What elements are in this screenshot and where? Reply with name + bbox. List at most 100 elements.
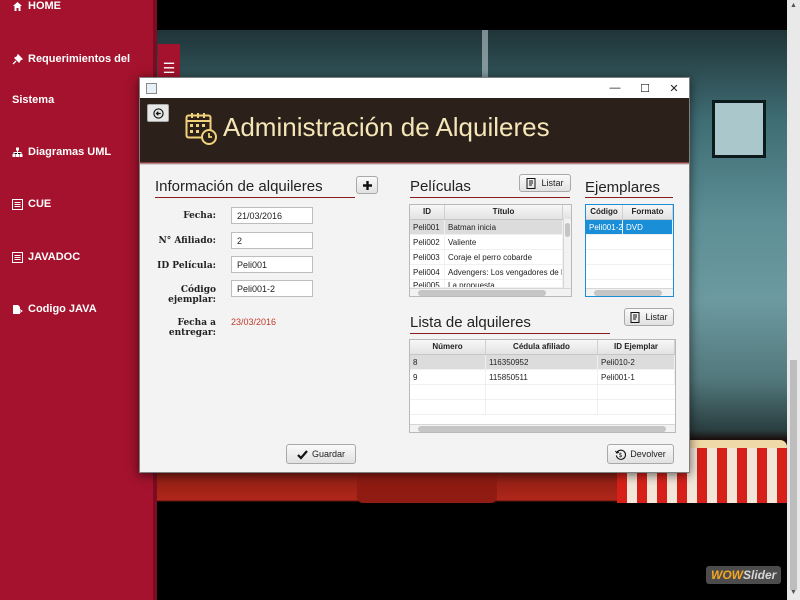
table-row[interactable]: Peli004 Advengers: Los vengadores de Ma.… bbox=[410, 265, 563, 280]
sidebar-item-cue[interactable]: CUE bbox=[12, 198, 51, 210]
column-header[interactable]: Número bbox=[410, 340, 486, 354]
scrollbar-thumb[interactable] bbox=[418, 426, 666, 432]
table-row bbox=[410, 400, 675, 415]
alquileres-list-label: Listar bbox=[645, 312, 668, 322]
table-cell: Advengers: Los vengadores de Ma... bbox=[445, 265, 563, 280]
file-code-icon bbox=[12, 304, 23, 315]
table-cell bbox=[410, 400, 486, 415]
afiliado-field[interactable] bbox=[231, 232, 313, 249]
column-header[interactable]: Título bbox=[445, 205, 563, 219]
table-cell: Batman inicia bbox=[445, 220, 563, 235]
table-row[interactable]: Peli001 Batman inicia bbox=[410, 220, 563, 235]
ejemplares-horizontal-scrollbar[interactable] bbox=[586, 288, 673, 296]
column-header[interactable]: Formato bbox=[623, 205, 673, 219]
alquileres-underline bbox=[410, 333, 610, 334]
table-cell: Peli010-2 bbox=[598, 355, 675, 370]
ejemplares-table[interactable]: Código Formato Peli001-2 DVD bbox=[585, 204, 674, 297]
scene-lamp-cord bbox=[482, 30, 488, 80]
back-button[interactable] bbox=[147, 104, 169, 122]
sidebar-item-diagramas-uml[interactable]: Diagramas UML bbox=[12, 146, 111, 158]
ejemplar-label: Código ejemplar: bbox=[168, 285, 216, 305]
guardar-button[interactable]: Guardar bbox=[286, 444, 356, 464]
money-return-icon: $ bbox=[615, 449, 627, 460]
table-cell: Peli003 bbox=[410, 250, 445, 265]
list-box-icon bbox=[12, 198, 23, 210]
table-row[interactable]: Peli003 Coraje el perro cobarde bbox=[410, 250, 563, 265]
window-title-bar[interactable]: — ☐ ✕ bbox=[140, 78, 689, 98]
table-row[interactable]: 9 115850511 Peli001-1 bbox=[410, 370, 675, 385]
fecha-label: Fecha: bbox=[183, 211, 216, 221]
sidebar-item-label-continued[interactable]: Sistema bbox=[12, 94, 54, 106]
scrollbar-thumb[interactable] bbox=[418, 290, 546, 296]
page-scrollbar[interactable]: ▲ ▼ bbox=[787, 0, 800, 600]
slider-brand-logo[interactable]: WOWSlider bbox=[706, 566, 782, 584]
peliculas-vertical-scrollbar[interactable] bbox=[563, 219, 571, 288]
close-button[interactable]: ✕ bbox=[659, 78, 689, 98]
add-button[interactable] bbox=[356, 176, 378, 194]
column-header[interactable]: ID Ejemplar bbox=[598, 340, 675, 354]
pushpin-icon bbox=[12, 53, 23, 65]
due-date-label: Fecha a entregar: bbox=[168, 318, 216, 338]
sidebar-item-home[interactable]: HOME bbox=[12, 0, 61, 12]
devolver-button[interactable]: $ Devolver bbox=[607, 444, 674, 464]
column-header[interactable]: Cédula afiliado bbox=[486, 340, 598, 354]
form-section-underline bbox=[155, 197, 355, 198]
table-cell bbox=[410, 385, 486, 400]
maximize-button[interactable]: ☐ bbox=[630, 78, 660, 98]
column-header[interactable]: Código bbox=[586, 205, 623, 219]
peliculas-table[interactable]: ID Título Peli001 Batman inicia Peli002 … bbox=[409, 204, 572, 297]
scene-window bbox=[712, 100, 766, 158]
sidebar-item-codigo-java[interactable]: Codigo JAVA bbox=[12, 303, 97, 315]
table-cell: Coraje el perro cobarde bbox=[445, 250, 563, 265]
peliculas-horizontal-scrollbar[interactable] bbox=[410, 288, 571, 296]
table-header: Número Cédula afiliado ID Ejemplar bbox=[410, 340, 675, 355]
table-row[interactable]: Peli005 La propuesta bbox=[410, 280, 563, 288]
page-title: Administración de Alquileres bbox=[223, 112, 550, 142]
minimize-button[interactable]: — bbox=[600, 78, 630, 98]
app-icon bbox=[146, 83, 157, 94]
table-row[interactable]: Peli001-2 DVD bbox=[586, 220, 673, 235]
table-header: ID Título bbox=[410, 205, 571, 220]
sidebar-item-label: HOME bbox=[28, 0, 61, 12]
sidebar-item-javadoc[interactable]: JAVADOC bbox=[12, 251, 80, 263]
window-header: Administración de Alquileres bbox=[140, 98, 689, 165]
alquileres-horizontal-scrollbar[interactable] bbox=[410, 424, 675, 432]
ejemplar-field[interactable] bbox=[231, 280, 313, 297]
peliculas-underline bbox=[410, 197, 570, 198]
table-cell: 116350952 bbox=[486, 355, 598, 370]
guardar-label: Guardar bbox=[311, 449, 346, 459]
arrow-left-circle-icon bbox=[152, 107, 164, 119]
scrollbar-thumb[interactable] bbox=[565, 223, 570, 237]
table-cell: Peli002 bbox=[410, 235, 445, 250]
table-cell: DVD bbox=[623, 220, 673, 235]
sidebar-item-requerimientos[interactable]: Requerimientos del bbox=[12, 53, 130, 65]
pelicula-field[interactable] bbox=[231, 256, 313, 273]
table-cell bbox=[486, 400, 598, 415]
page-scrollbar-thumb[interactable] bbox=[790, 360, 797, 590]
sidebar-item-label: CUE bbox=[28, 198, 52, 210]
alquileres-table[interactable]: Número Cédula afiliado ID Ejemplar 8 116… bbox=[409, 339, 676, 433]
peliculas-title: Películas bbox=[410, 178, 471, 195]
alquileres-title: Lista de alquileres bbox=[410, 314, 531, 331]
slider-brand-part1: WOW bbox=[711, 568, 743, 582]
table-row[interactable]: Peli002 Valiente bbox=[410, 235, 563, 250]
home-icon bbox=[12, 1, 23, 12]
peliculas-list-button[interactable]: Listar bbox=[519, 174, 571, 192]
column-header[interactable]: ID bbox=[410, 205, 445, 219]
table-cell: Peli005 bbox=[410, 280, 445, 287]
close-icon: ✕ bbox=[669, 82, 679, 95]
table-row[interactable]: 8 116350952 Peli010-2 bbox=[410, 355, 675, 370]
peliculas-list-label: Listar bbox=[541, 178, 564, 188]
sidebar-item-label: Requerimientos del bbox=[28, 53, 131, 65]
table-row bbox=[586, 250, 673, 265]
slider-brand-part2: Slider bbox=[743, 568, 777, 582]
plus-icon bbox=[362, 180, 372, 190]
alquileres-list-button[interactable]: Listar bbox=[624, 308, 674, 326]
scrollbar-thumb[interactable] bbox=[594, 290, 662, 296]
scroll-down-icon[interactable]: ▼ bbox=[789, 589, 798, 598]
ejemplares-underline bbox=[585, 197, 673, 198]
scroll-up-icon[interactable]: ▲ bbox=[789, 2, 798, 11]
fecha-field[interactable] bbox=[231, 207, 313, 224]
table-cell: Peli001-2 bbox=[586, 220, 623, 235]
svg-text:$: $ bbox=[619, 450, 623, 458]
